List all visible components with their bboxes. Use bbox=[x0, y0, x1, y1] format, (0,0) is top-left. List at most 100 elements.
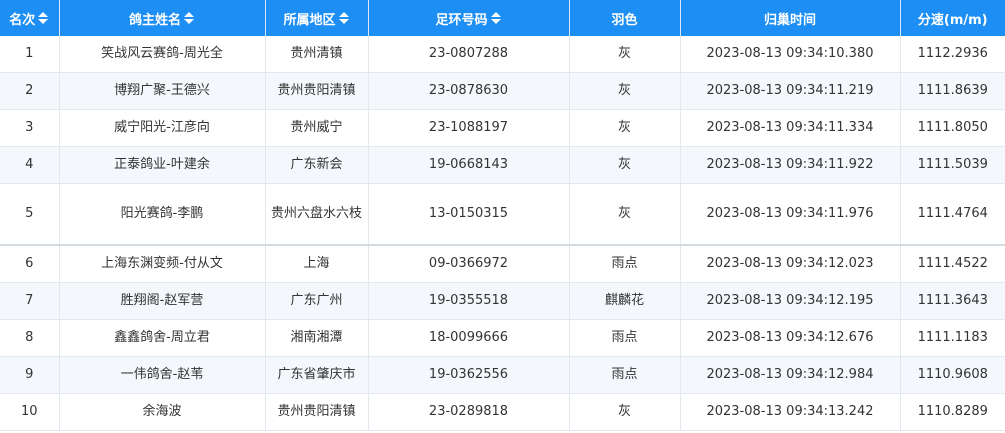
cell-region: 上海 bbox=[265, 245, 369, 283]
cell-speed: 1111.4764 bbox=[900, 183, 1005, 246]
cell-rank: 10 bbox=[0, 393, 60, 431]
race-results-table: 名次 鸽主姓名 所属地区 足环号码 羽色 归巢时间 分速(m/m) 1 笑战风云… bbox=[0, 0, 1005, 431]
cell-rank: 9 bbox=[0, 356, 60, 394]
cell-owner: 鑫鑫鸽舍-周立君 bbox=[59, 319, 266, 357]
cell-color: 灰 bbox=[569, 183, 681, 246]
cell-owner: 阳光赛鸽-李鹏 bbox=[59, 183, 266, 246]
cell-color: 雨点 bbox=[569, 319, 681, 357]
cell-color: 灰 bbox=[569, 109, 681, 147]
cell-speed: 1111.4522 bbox=[900, 245, 1005, 283]
table-row[interactable]: 8 鑫鑫鸽舍-周立君 湘南湘潭 18-0099666 雨点 2023-08-13… bbox=[0, 319, 1005, 357]
cell-speed: 1111.1183 bbox=[900, 319, 1005, 357]
cell-color: 雨点 bbox=[569, 356, 681, 394]
table-row[interactable]: 2 博翔广聚-王德兴 贵州贵阳清镇 23-0878630 灰 2023-08-1… bbox=[0, 72, 1005, 110]
header-region[interactable]: 所属地区 bbox=[265, 0, 369, 36]
table-row[interactable]: 5 阳光赛鸽-李鹏 贵州六盘水六枝 13-0150315 灰 2023-08-1… bbox=[0, 183, 1005, 246]
cell-color: 灰 bbox=[569, 36, 681, 73]
cell-speed: 1112.2936 bbox=[900, 36, 1005, 73]
cell-time: 2023-08-13 09:34:10.380 bbox=[680, 36, 901, 73]
cell-ring: 23-0878630 bbox=[368, 72, 570, 110]
cell-speed: 1111.5039 bbox=[900, 146, 1005, 184]
cell-color: 灰 bbox=[569, 72, 681, 110]
cell-rank: 3 bbox=[0, 109, 60, 147]
table-row[interactable]: 4 正泰鸽业-叶建余 广东新会 19-0668143 灰 2023-08-13 … bbox=[0, 146, 1005, 184]
sort-icon[interactable] bbox=[338, 11, 350, 25]
header-owner-name[interactable]: 鸽主姓名 bbox=[59, 0, 266, 36]
cell-owner: 上海东渊变频-付从文 bbox=[59, 245, 266, 283]
cell-time: 2023-08-13 09:34:13.242 bbox=[680, 393, 901, 431]
cell-ring: 23-0807288 bbox=[368, 36, 570, 73]
cell-ring: 13-0150315 bbox=[368, 183, 570, 246]
cell-rank: 6 bbox=[0, 245, 60, 283]
cell-time: 2023-08-13 09:34:12.023 bbox=[680, 245, 901, 283]
header-arrival-time: 归巢时间 bbox=[680, 0, 901, 36]
cell-speed: 1111.8050 bbox=[900, 109, 1005, 147]
cell-ring: 09-0366972 bbox=[368, 245, 570, 283]
cell-speed: 1111.8639 bbox=[900, 72, 1005, 110]
cell-region: 贵州威宁 bbox=[265, 109, 369, 147]
cell-rank: 5 bbox=[0, 183, 60, 246]
cell-ring: 23-1088197 bbox=[368, 109, 570, 147]
cell-region: 贵州六盘水六枝 bbox=[265, 183, 369, 246]
header-label: 羽色 bbox=[611, 12, 638, 28]
cell-rank: 4 bbox=[0, 146, 60, 184]
cell-time: 2023-08-13 09:34:11.219 bbox=[680, 72, 901, 110]
cell-color: 麒麟花 bbox=[569, 282, 681, 320]
header-label: 鸽主姓名 bbox=[128, 12, 181, 28]
cell-region: 广东省肇庆市 bbox=[265, 356, 369, 394]
table-row[interactable]: 1 笑战风云赛鸽-周光全 贵州清镇 23-0807288 灰 2023-08-1… bbox=[0, 36, 1005, 73]
cell-ring: 19-0355518 bbox=[368, 282, 570, 320]
table-row[interactable]: 6 上海东渊变频-付从文 上海 09-0366972 雨点 2023-08-13… bbox=[0, 245, 1005, 283]
cell-rank: 1 bbox=[0, 36, 60, 73]
cell-region: 贵州贵阳清镇 bbox=[265, 72, 369, 110]
cell-speed: 1110.9608 bbox=[900, 356, 1005, 394]
cell-rank: 2 bbox=[0, 72, 60, 110]
cell-time: 2023-08-13 09:34:12.195 bbox=[680, 282, 901, 320]
cell-speed: 1110.8289 bbox=[900, 393, 1005, 431]
cell-time: 2023-08-13 09:34:11.922 bbox=[680, 146, 901, 184]
header-row: 名次 鸽主姓名 所属地区 足环号码 羽色 归巢时间 分速(m/m) bbox=[0, 0, 1005, 36]
sort-icon[interactable] bbox=[184, 11, 195, 25]
cell-rank: 7 bbox=[0, 282, 60, 320]
table-header: 名次 鸽主姓名 所属地区 足环号码 羽色 归巢时间 分速(m/m) bbox=[0, 0, 1005, 36]
header-label: 所属地区 bbox=[283, 12, 336, 28]
header-rank[interactable]: 名次 bbox=[0, 0, 60, 36]
cell-owner: 一伟鸽舍-赵苇 bbox=[59, 356, 266, 394]
header-label: 归巢时间 bbox=[763, 12, 816, 28]
table-row[interactable]: 7 胜翔阁-赵军营 广东广州 19-0355518 麒麟花 2023-08-13… bbox=[0, 282, 1005, 320]
sort-icon[interactable] bbox=[38, 11, 49, 25]
cell-region: 湘南湘潭 bbox=[265, 319, 369, 357]
cell-owner: 胜翔阁-赵军营 bbox=[59, 282, 266, 320]
cell-region: 广东广州 bbox=[265, 282, 369, 320]
sort-icon[interactable] bbox=[490, 11, 502, 25]
header-label: 分速(m/m) bbox=[917, 12, 988, 28]
cell-color: 灰 bbox=[569, 146, 681, 184]
cell-ring: 19-0362556 bbox=[368, 356, 570, 394]
cell-ring: 18-0099666 bbox=[368, 319, 570, 357]
table-row[interactable]: 9 一伟鸽舍-赵苇 广东省肇庆市 19-0362556 雨点 2023-08-1… bbox=[0, 356, 1005, 394]
header-ring-number[interactable]: 足环号码 bbox=[368, 0, 570, 36]
cell-owner: 威宁阳光-江彦向 bbox=[59, 109, 266, 147]
cell-region: 贵州贵阳清镇 bbox=[265, 393, 369, 431]
cell-ring: 19-0668143 bbox=[368, 146, 570, 184]
cell-rank: 8 bbox=[0, 319, 60, 357]
cell-owner: 正泰鸽业-叶建余 bbox=[59, 146, 266, 184]
header-label: 足环号码 bbox=[435, 12, 488, 28]
cell-owner: 博翔广聚-王德兴 bbox=[59, 72, 266, 110]
cell-color: 雨点 bbox=[569, 245, 681, 283]
cell-speed: 1111.3643 bbox=[900, 282, 1005, 320]
cell-time: 2023-08-13 09:34:12.676 bbox=[680, 319, 901, 357]
table-row[interactable]: 3 威宁阳光-江彦向 贵州威宁 23-1088197 灰 2023-08-13 … bbox=[0, 109, 1005, 147]
cell-time: 2023-08-13 09:34:11.976 bbox=[680, 183, 901, 246]
cell-owner: 余海波 bbox=[59, 393, 266, 431]
cell-region: 广东新会 bbox=[265, 146, 369, 184]
cell-time: 2023-08-13 09:34:12.984 bbox=[680, 356, 901, 394]
table-row[interactable]: 10 余海波 贵州贵阳清镇 23-0289818 灰 2023-08-13 09… bbox=[0, 393, 1005, 431]
cell-time: 2023-08-13 09:34:11.334 bbox=[680, 109, 901, 147]
table-body: 1 笑战风云赛鸽-周光全 贵州清镇 23-0807288 灰 2023-08-1… bbox=[0, 36, 1005, 431]
header-speed: 分速(m/m) bbox=[900, 0, 1005, 36]
results-table-container: 名次 鸽主姓名 所属地区 足环号码 羽色 归巢时间 分速(m/m) 1 笑战风云… bbox=[0, 0, 1005, 433]
cell-color: 灰 bbox=[569, 393, 681, 431]
cell-owner: 笑战风云赛鸽-周光全 bbox=[59, 36, 266, 73]
header-feather-color: 羽色 bbox=[569, 0, 681, 36]
